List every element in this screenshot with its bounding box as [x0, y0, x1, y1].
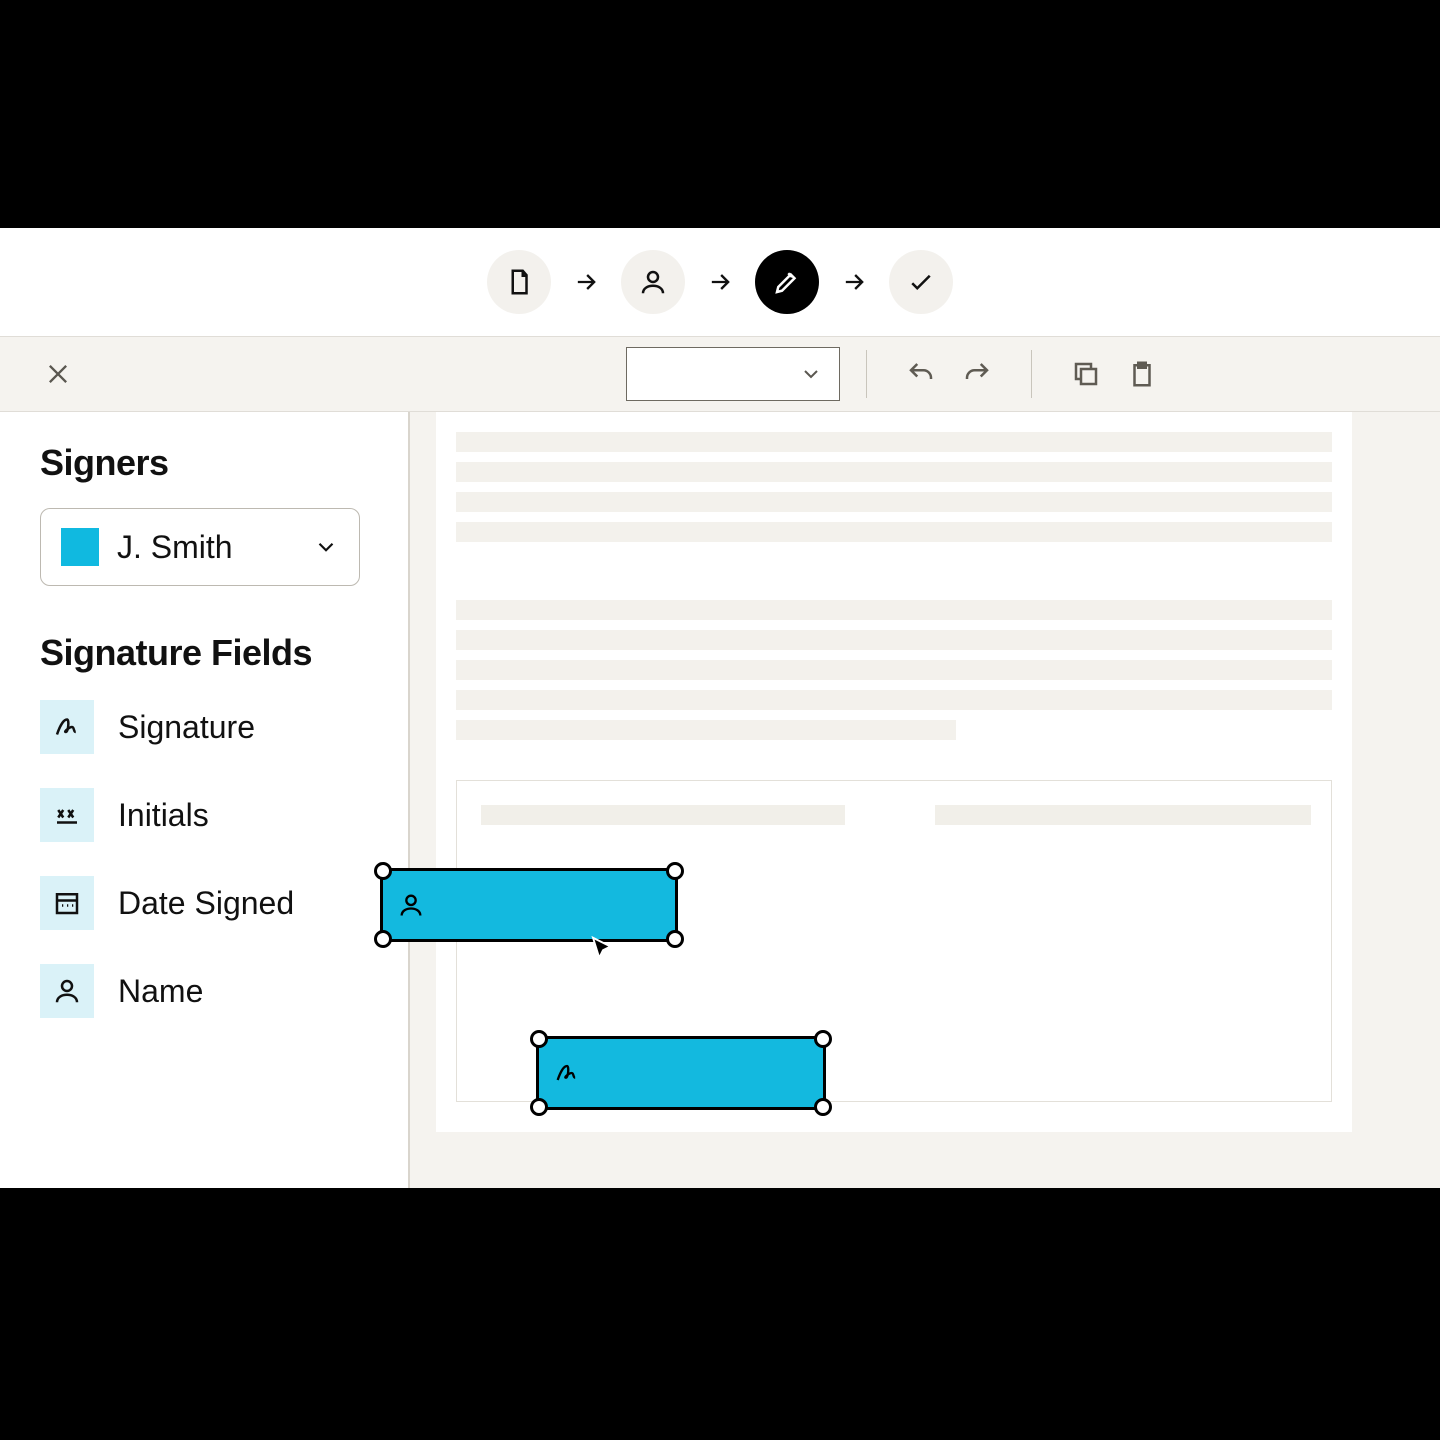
check-icon [906, 267, 936, 297]
chevron-down-icon [799, 362, 823, 386]
field-label: Name [118, 973, 203, 1010]
text-placeholder [456, 432, 1332, 452]
step-edit[interactable] [755, 250, 819, 314]
app-stage: Signers J. Smith Signature Fields Signat… [0, 228, 1440, 1188]
resize-handle[interactable] [374, 930, 392, 948]
placed-field-signature[interactable] [536, 1036, 826, 1110]
redo-button[interactable] [959, 356, 995, 392]
resize-handle[interactable] [814, 1030, 832, 1048]
field-list: Signature Initials Date Signed [40, 700, 368, 1018]
step-recipients[interactable] [621, 250, 685, 314]
person-icon [397, 891, 425, 919]
toolbar [0, 336, 1440, 412]
resize-handle[interactable] [374, 862, 392, 880]
signer-color-swatch [61, 528, 99, 566]
document-page [436, 412, 1352, 1132]
stepper-bar [0, 228, 1440, 336]
text-placeholder [456, 660, 1332, 680]
signature-icon [553, 1059, 581, 1087]
clipboard-icon [1127, 359, 1157, 389]
step-review[interactable] [889, 250, 953, 314]
date-icon [40, 876, 94, 930]
field-item-date-signed[interactable]: Date Signed [40, 876, 368, 930]
resize-handle[interactable] [666, 930, 684, 948]
edit-icon [772, 267, 802, 297]
field-item-signature[interactable]: Signature [40, 700, 368, 754]
undo-button[interactable] [903, 356, 939, 392]
text-placeholder [456, 690, 1332, 710]
text-placeholder [456, 462, 1332, 482]
redo-icon [962, 359, 992, 389]
zoom-select[interactable] [626, 347, 840, 401]
close-icon [44, 360, 72, 388]
toolbar-divider [1031, 350, 1032, 398]
step-arrow-icon [705, 267, 735, 297]
chevron-down-icon [313, 534, 339, 560]
step-document[interactable] [487, 250, 551, 314]
resize-handle[interactable] [530, 1098, 548, 1116]
field-item-initials[interactable]: Initials [40, 788, 368, 842]
placed-field-name[interactable] [380, 868, 678, 942]
text-placeholder [456, 522, 1332, 542]
signature-icon [40, 700, 94, 754]
signer-select[interactable]: J. Smith [40, 508, 360, 586]
signature-fields-heading: Signature Fields [40, 632, 368, 674]
text-placeholder [456, 492, 1332, 512]
signer-name-label: J. Smith [117, 529, 295, 566]
undo-icon [906, 359, 936, 389]
sidebar: Signers J. Smith Signature Fields Signat… [0, 412, 410, 1188]
initials-icon [40, 788, 94, 842]
text-placeholder [456, 630, 1332, 650]
field-label: Initials [118, 797, 209, 834]
document-icon [504, 267, 534, 297]
field-item-name[interactable]: Name [40, 964, 368, 1018]
person-icon [638, 267, 668, 297]
text-placeholder [456, 600, 1332, 620]
signers-heading: Signers [40, 442, 368, 484]
text-placeholder [456, 720, 956, 740]
copy-button[interactable] [1068, 356, 1104, 392]
toolbar-divider [866, 350, 867, 398]
name-icon [40, 964, 94, 1018]
signature-slot [481, 805, 845, 825]
resize-handle[interactable] [666, 862, 684, 880]
signature-slot [935, 805, 1311, 825]
step-arrow-icon [839, 267, 869, 297]
field-label: Signature [118, 709, 255, 746]
field-label: Date Signed [118, 885, 294, 922]
copy-icon [1071, 359, 1101, 389]
paste-button[interactable] [1124, 356, 1160, 392]
resize-handle[interactable] [814, 1098, 832, 1116]
resize-handle[interactable] [530, 1030, 548, 1048]
close-button[interactable] [40, 356, 76, 392]
step-arrow-icon [571, 267, 601, 297]
